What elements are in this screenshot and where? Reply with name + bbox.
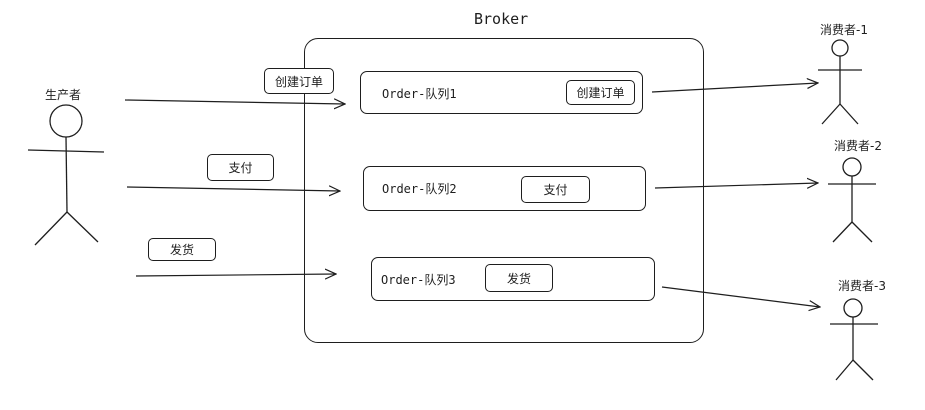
broker-title: Broker xyxy=(474,10,529,28)
producer-figure xyxy=(27,104,105,246)
queue-1-label: Order-队列1 xyxy=(382,87,457,101)
producer-head xyxy=(49,104,83,138)
queue-2-label: Order-队列2 xyxy=(382,182,457,196)
queue-3-message: 发货 xyxy=(485,264,553,292)
consumer-1-label: 消费者-1 xyxy=(820,23,868,37)
consumer-2-figure xyxy=(828,157,876,243)
consumer-3-figure xyxy=(830,298,878,381)
message-tag-pay: 支付 xyxy=(207,154,274,181)
consumer-3-label: 消费者-3 xyxy=(838,279,886,293)
message-tag-create-order: 创建订单 xyxy=(264,68,334,94)
queue-3-label: Order-队列3 xyxy=(381,273,456,287)
queue-1-message: 创建订单 xyxy=(566,80,635,105)
producer-label: 生产者 xyxy=(45,88,82,102)
consumer-2-label: 消费者-2 xyxy=(834,139,882,153)
message-tag-ship: 发货 xyxy=(148,238,216,261)
queue-2-message: 支付 xyxy=(521,176,590,203)
consumer-1-figure xyxy=(818,39,862,125)
